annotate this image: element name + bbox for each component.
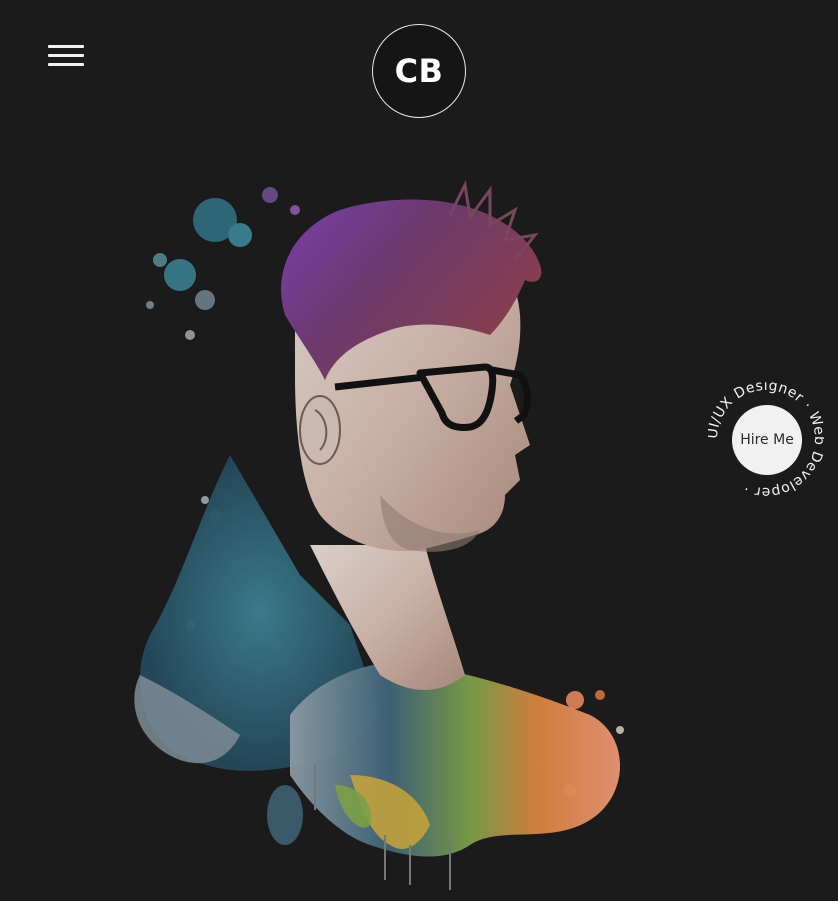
hire-me-badge[interactable]: UI/UX Designer · Web Developer · Hire Me [708, 381, 824, 497]
hero-portrait-illustration [134, 180, 624, 890]
menu-bar-middle [48, 54, 84, 57]
menu-bar-top [48, 45, 84, 48]
site-logo[interactable]: CB [372, 24, 466, 118]
hire-me-button[interactable]: Hire Me [732, 405, 802, 475]
menu-bar-bottom [48, 63, 84, 66]
hamburger-menu-button[interactable] [48, 44, 84, 68]
hero-page: CB I/UX Designer · W Developer · Hire Me [0, 0, 838, 901]
